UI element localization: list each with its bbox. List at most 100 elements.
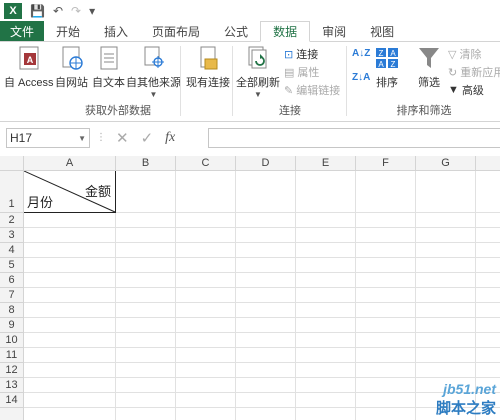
- group-label-external-data: 获取外部数据: [85, 105, 151, 117]
- gridline: [24, 392, 500, 393]
- properties-button[interactable]: ▤ 属性: [284, 64, 319, 80]
- row-header[interactable]: 10: [0, 333, 24, 348]
- filter-icon: [416, 44, 442, 72]
- group-sort-filter: A↓Z Z↓A ZAAZ 排序 筛选 ▽ 清除 ↻ 重新应用 ▼ 高级 排序和筛…: [348, 42, 500, 122]
- gridline: [24, 302, 500, 303]
- row-header[interactable]: 7: [0, 288, 24, 303]
- row-header[interactable]: 4: [0, 243, 24, 258]
- reapply-icon: ↻: [448, 66, 458, 79]
- separator: [346, 46, 347, 116]
- chevron-down-icon: ▼: [78, 133, 86, 143]
- ribbon: A 自 Access 自网站 自文本 自其他来源 ▼ 现有连接 获取外部数据 全…: [0, 42, 500, 122]
- svg-text:A: A: [390, 49, 396, 58]
- sort-button[interactable]: ZAAZ 排序: [374, 44, 400, 90]
- tab-formulas[interactable]: 公式: [212, 21, 260, 41]
- row-header[interactable]: 8: [0, 303, 24, 318]
- row-header[interactable]: 2: [0, 213, 24, 228]
- gridline: [175, 171, 176, 420]
- save-icon[interactable]: 💾: [30, 4, 45, 18]
- connections-button[interactable]: ⊡ 连接: [284, 46, 318, 62]
- row-header[interactable]: 1: [0, 171, 24, 213]
- formula-buttons: ✕ ✓ fx: [110, 128, 210, 148]
- existing-connections-icon: [195, 44, 221, 72]
- refresh-all-button[interactable]: 全部刷新 ▼: [236, 44, 280, 99]
- row-header[interactable]: 12: [0, 363, 24, 378]
- cell-a1[interactable]: 金额 月份: [24, 171, 116, 213]
- insert-function-button[interactable]: fx: [165, 130, 175, 146]
- clear-button[interactable]: ▽ 清除: [448, 46, 481, 62]
- row-header[interactable]: 11: [0, 348, 24, 363]
- quick-access-toolbar: X 💾 ↶ ↷ ▾: [0, 0, 500, 22]
- tab-review[interactable]: 审阅: [310, 21, 358, 41]
- row-header[interactable]: 14: [0, 393, 24, 408]
- other-sources-icon: [141, 44, 167, 72]
- cancel-icon[interactable]: ✕: [116, 129, 129, 147]
- customize-qat-icon[interactable]: ▾: [89, 4, 95, 18]
- from-access-button[interactable]: A 自 Access: [4, 44, 54, 90]
- tab-page-layout[interactable]: 页面布局: [140, 21, 212, 41]
- gridline: [24, 272, 500, 273]
- sort-descending-button[interactable]: Z↓A: [352, 72, 370, 83]
- edit-links-icon: ✎: [284, 84, 294, 97]
- advanced-filter-icon: ▼: [448, 84, 459, 96]
- column-header-f[interactable]: F: [356, 156, 416, 171]
- tab-home[interactable]: 开始: [44, 21, 92, 41]
- row-header[interactable]: 6: [0, 273, 24, 288]
- from-text-button[interactable]: 自文本: [92, 44, 125, 90]
- column-header-a[interactable]: A: [24, 156, 116, 171]
- sort-ascending-button[interactable]: A↓Z: [352, 48, 370, 59]
- gridline: [24, 257, 500, 258]
- row-header[interactable]: 3: [0, 228, 24, 243]
- tab-insert[interactable]: 插入: [92, 21, 140, 41]
- redo-icon[interactable]: ↷: [71, 4, 81, 18]
- sort-az-icon: A↓Z: [352, 48, 371, 59]
- undo-icon[interactable]: ↶: [53, 4, 63, 18]
- column-header-h[interactable]: [476, 156, 500, 171]
- column-header-g[interactable]: G: [416, 156, 476, 171]
- row-header[interactable]: [0, 408, 24, 420]
- group-label-sort-filter: 排序和筛选: [396, 105, 452, 117]
- existing-connections-button[interactable]: 现有连接: [186, 44, 230, 90]
- cell-a1-header-month: 月份: [27, 195, 54, 210]
- gridline: [355, 171, 356, 420]
- row-header[interactable]: 9: [0, 318, 24, 333]
- advanced-button[interactable]: ▼ 高级: [448, 82, 484, 98]
- dropdown-arrow-icon: ▼: [254, 90, 262, 99]
- formula-input[interactable]: [208, 128, 500, 148]
- gridline: [24, 347, 500, 348]
- gridline: [235, 171, 236, 420]
- select-all-corner[interactable]: [0, 156, 24, 171]
- sort-icon: ZAAZ: [374, 44, 400, 72]
- tab-view[interactable]: 视图: [358, 21, 406, 41]
- tab-file[interactable]: 文件: [0, 21, 44, 41]
- sort-za-icon: Z↓A: [352, 72, 371, 83]
- ribbon-tabs: 文件 开始 插入 页面布局 公式 数据 审阅 视图: [0, 21, 500, 42]
- gridline: [24, 227, 500, 228]
- enter-icon[interactable]: ✓: [141, 129, 154, 147]
- edit-links-button[interactable]: ✎ 编辑链接: [284, 82, 340, 98]
- name-box[interactable]: H17 ▼: [6, 128, 90, 148]
- column-header-d[interactable]: D: [236, 156, 296, 171]
- column-header-b[interactable]: B: [116, 156, 176, 171]
- filter-button[interactable]: 筛选: [416, 44, 442, 90]
- row-header[interactable]: 5: [0, 258, 24, 273]
- gridline: [24, 332, 500, 333]
- more-icon: ⋮: [96, 132, 106, 143]
- gridline: [24, 407, 500, 408]
- spreadsheet-grid[interactable]: A B C D E F G 1 2 3 4 5 6 7 8 9 10 11 12…: [0, 156, 500, 420]
- excel-app-icon: X: [4, 3, 22, 19]
- gridline: [415, 171, 416, 420]
- column-header-e[interactable]: E: [296, 156, 356, 171]
- group-connections: 全部刷新 ▼ ⊡ 连接 ▤ 属性 ✎ 编辑链接 连接: [234, 42, 346, 122]
- row-header[interactable]: 13: [0, 378, 24, 393]
- gridline: [24, 242, 500, 243]
- column-header-c[interactable]: C: [176, 156, 236, 171]
- cell-a1-header-amount: 金额: [84, 184, 111, 199]
- svg-text:Z: Z: [391, 60, 396, 69]
- reapply-button[interactable]: ↻ 重新应用: [448, 64, 500, 80]
- from-web-button[interactable]: 自网站: [55, 44, 88, 90]
- tab-data[interactable]: 数据: [260, 21, 311, 42]
- watermark-site: jb51.net: [443, 381, 496, 397]
- from-other-sources-button[interactable]: 自其他来源 ▼: [126, 44, 181, 99]
- group-get-external-data: A 自 Access 自网站 自文本 自其他来源 ▼ 现有连接 获取外部数据: [0, 42, 236, 122]
